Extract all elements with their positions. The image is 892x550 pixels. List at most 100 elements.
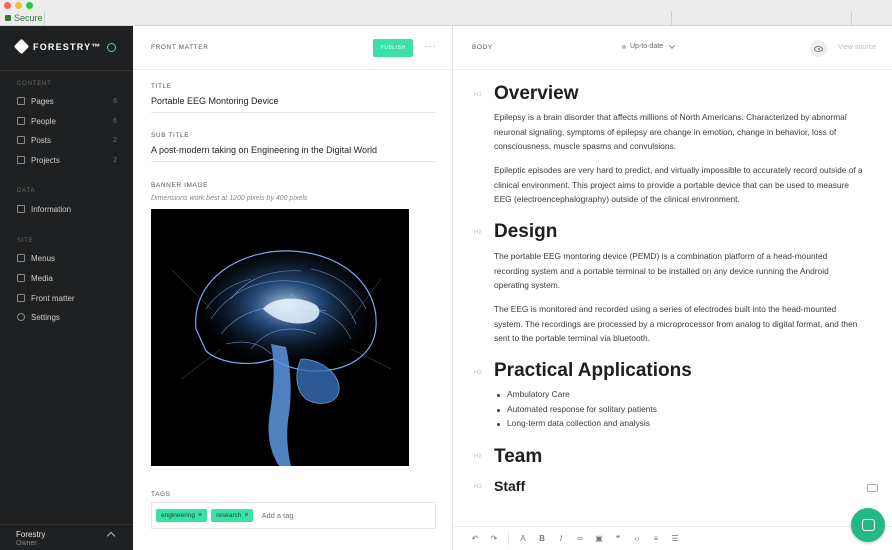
subtitle-label: SUB TITLE	[151, 132, 190, 139]
paragraph[interactable]: Epilepsy is a brain disorder that affect…	[494, 110, 864, 154]
toolbar-divider	[851, 11, 852, 26]
remove-tag-icon[interactable]: ×	[198, 512, 202, 519]
sidebar-user-menu[interactable]: Forestry Owner	[0, 524, 133, 550]
tag-label: engineering	[161, 512, 195, 519]
status-ring-icon	[107, 43, 116, 52]
code-icon[interactable]: ‹›	[632, 534, 642, 544]
bold-icon[interactable]: B	[537, 534, 547, 544]
banner-image[interactable]	[151, 209, 409, 466]
secure-label: Secure	[14, 13, 43, 23]
title-label: TITLE	[151, 83, 172, 90]
sidebar-item-label: People	[31, 116, 56, 126]
publish-button[interactable]: PUBLISH	[373, 39, 413, 57]
sidebar-item-label: Projects	[31, 155, 60, 165]
sidebar-item-front-matter[interactable]: Front matter	[17, 291, 117, 305]
maximize-window-dot[interactable]	[26, 2, 33, 9]
list-item[interactable]: Long-term data collection and analysis	[494, 418, 854, 433]
heading-staff[interactable]: Staff	[494, 478, 525, 494]
banner-label: BANNER IMAGE	[151, 182, 209, 189]
tags-field[interactable]: engineering × research ×	[151, 502, 436, 529]
heading-marker: H2	[474, 454, 482, 460]
toolbar-separator	[508, 532, 509, 545]
text-format-icon[interactable]: A	[518, 534, 528, 544]
numbered-list-icon[interactable]: ☰	[670, 534, 680, 544]
posts-icon	[17, 136, 25, 144]
sidebar-item-information[interactable]: Information	[17, 202, 117, 216]
italic-icon[interactable]: I	[556, 534, 566, 544]
link-icon[interactable]: ∞	[575, 534, 585, 544]
bullet-list-icon[interactable]: ≡	[651, 534, 661, 544]
panel-title: FRONT MATTER	[151, 44, 209, 51]
people-icon	[17, 117, 25, 125]
close-window-dot[interactable]	[4, 2, 11, 9]
sidebar-section-data: DATA	[17, 188, 36, 194]
heading-practical-applications[interactable]: Practical Applications	[494, 360, 692, 382]
chat-bubble-icon	[861, 519, 875, 531]
undo-icon[interactable]: ↶	[470, 534, 480, 544]
keyboard-icon[interactable]	[867, 484, 878, 492]
tag-chip[interactable]: engineering ×	[156, 509, 208, 522]
minimize-window-dot[interactable]	[15, 2, 22, 9]
tag-chip[interactable]: research ×	[211, 509, 254, 522]
heading-marker: H3	[474, 484, 482, 490]
editor-content[interactable]: H1 Overview Epilepsy is a brain disorder…	[454, 70, 892, 526]
tag-label: research	[216, 512, 242, 519]
sidebar-item-label: Posts	[31, 135, 52, 145]
lock-icon	[5, 15, 11, 21]
redo-icon[interactable]: ↷	[489, 534, 499, 544]
sidebar-item-media[interactable]: Media	[17, 271, 117, 285]
bullet-list[interactable]: Ambulatory Care Automated response for s…	[494, 389, 854, 433]
browser-chrome: Secure	[0, 0, 892, 26]
banner-help-text: Dimensions work best at 1200 pixels by 4…	[151, 195, 308, 202]
paragraph[interactable]: The EEG is monitored and recorded using …	[494, 302, 864, 346]
list-item[interactable]: Ambulatory Care	[494, 389, 854, 404]
sidebar-item-label: Settings	[31, 312, 60, 322]
paragraph[interactable]: Epileptic episodes are very hard to pred…	[494, 163, 864, 207]
heading-team[interactable]: Team	[494, 446, 542, 468]
view-source-link[interactable]: View source	[838, 44, 876, 51]
more-options-icon[interactable]: ···	[424, 41, 437, 52]
quote-icon[interactable]: ❝	[613, 534, 623, 544]
sidebar-item-count: 2	[113, 156, 117, 164]
chat-support-button[interactable]	[851, 508, 885, 542]
sidebar-item-projects[interactable]: Projects 2	[17, 153, 117, 167]
title-field[interactable]: Portable EEG Montoring Device	[151, 96, 436, 113]
paragraph[interactable]: The portable EEG montoring device (PEMD)…	[494, 249, 864, 293]
sidebar-item-posts[interactable]: Posts 2	[17, 133, 117, 147]
information-icon	[17, 205, 25, 213]
settings-icon	[17, 313, 25, 321]
sidebar-item-label: Pages	[31, 96, 54, 106]
image-icon[interactable]: ▣	[594, 534, 604, 544]
sidebar-section-site: SITE	[17, 238, 34, 244]
sidebar-divider	[0, 70, 133, 71]
add-tag-input[interactable]	[261, 511, 342, 520]
heading-overview[interactable]: Overview	[494, 83, 579, 105]
brand-logo[interactable]: FORESTRY™	[13, 38, 101, 55]
status-dot-icon	[622, 44, 626, 49]
sidebar-item-settings[interactable]: Settings	[17, 310, 117, 324]
sidebar-item-people[interactable]: People 6	[17, 114, 117, 128]
tags-label: TAGS	[151, 491, 171, 498]
address-bar[interactable]: Secure	[0, 11, 43, 25]
sidebar-item-menus[interactable]: Menus	[17, 251, 117, 265]
sidebar-item-count: 6	[113, 117, 117, 125]
panel-title: BODY	[472, 44, 493, 51]
front-matter-header: FRONT MATTER PUBLISH ···	[133, 26, 453, 70]
heading-design[interactable]: Design	[494, 221, 557, 243]
preview-button[interactable]	[810, 40, 827, 57]
sidebar-item-pages[interactable]: Pages 6	[17, 94, 117, 108]
heading-marker: H1	[474, 92, 482, 98]
menus-icon	[17, 254, 25, 262]
subtitle-field[interactable]: A post-modern taking on Engineering in t…	[151, 145, 436, 162]
chevron-up-icon	[106, 531, 116, 541]
media-icon	[17, 274, 25, 282]
remove-tag-icon[interactable]: ×	[244, 512, 248, 519]
address-divider	[44, 11, 45, 26]
pages-icon	[17, 97, 25, 105]
eye-icon	[814, 45, 823, 52]
projects-icon	[17, 156, 25, 164]
editor-toolbar: ↶ ↷ A B I ∞ ▣ ❝ ‹› ≡ ☰	[454, 526, 892, 550]
sidebar-item-count: 2	[113, 136, 117, 144]
list-item[interactable]: Automated response for solitary patients	[494, 404, 854, 419]
sync-status-dropdown[interactable]: Up-to-date	[622, 42, 675, 50]
